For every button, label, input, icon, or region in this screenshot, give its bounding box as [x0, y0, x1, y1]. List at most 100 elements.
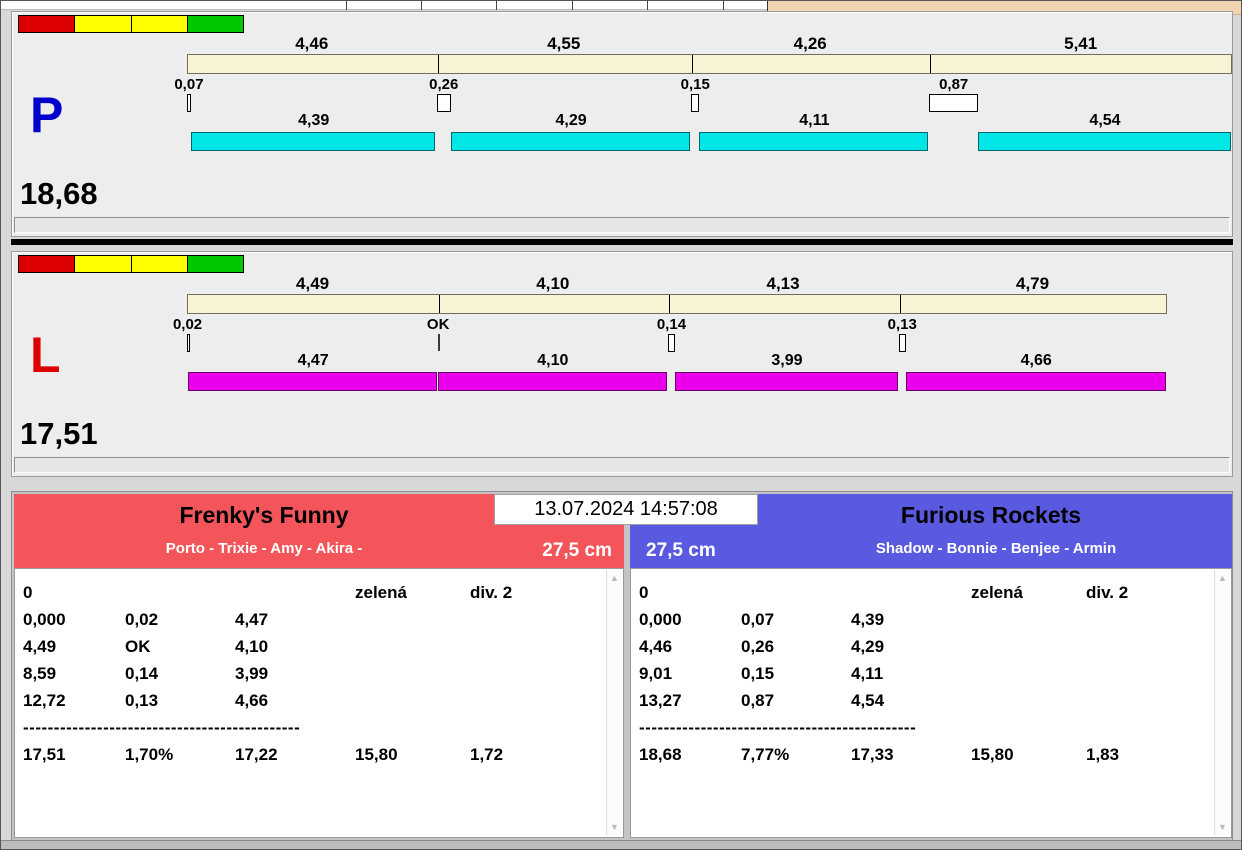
entry-time: 4,46: [295, 34, 329, 53]
change-time: 0,14: [656, 316, 687, 333]
result-cell: 13,27: [639, 691, 682, 710]
entry-time: 4,26: [793, 34, 827, 53]
dog-time-bars: [12, 372, 1232, 392]
change-time: 0,13: [887, 316, 917, 333]
result-cell: 0,07: [741, 610, 775, 629]
result-row: 0,000 0,07 4,39: [639, 606, 1209, 633]
result-row: 12,72 0,13 4,66: [23, 687, 601, 714]
scroll-up-button[interactable]: ▲: [607, 570, 622, 586]
dog-time-bar: [905, 372, 1166, 391]
scrollbar[interactable]: ▲ ▼: [1214, 570, 1230, 835]
separator-line: ----------------------------------------…: [639, 718, 917, 737]
results-section: 13.07.2024 14:57:08 Frenky's Funny Porto…: [11, 491, 1233, 841]
top-strip-tick: [723, 1, 724, 10]
result-cell: [470, 660, 601, 687]
result-cell: 0,000: [639, 610, 682, 629]
change-time-markers: [12, 94, 1232, 113]
scroll-down-button[interactable]: ▼: [607, 819, 622, 835]
dog-time: 4,66: [1020, 352, 1052, 369]
scroll-down-button[interactable]: ▼: [1215, 819, 1230, 835]
result-cell: 0,000: [23, 610, 66, 629]
dog-time: 4,39: [298, 112, 330, 129]
jump-height: 27,5 cm: [542, 540, 612, 561]
change-marker: [187, 334, 190, 352]
change-time: OK: [426, 316, 450, 333]
result-cell: [1086, 687, 1209, 714]
dog-time-bar: [675, 372, 898, 391]
lane-total-time: 17,51: [20, 416, 98, 451]
result-cell: 4,54: [851, 691, 885, 710]
dog-time-bar: [190, 132, 436, 151]
top-strip-tick: [572, 1, 573, 10]
result-row: 4,49 OK 4,10: [23, 633, 601, 660]
result-table: 0 zelená div. 2 0,000 0,02 4,47 4,49 OK 4,10 8,59…: [14, 568, 624, 838]
team-members: Porto - Trixie - Amy - Akira -: [165, 540, 363, 557]
result-cell: 12,72: [23, 691, 66, 710]
result-cell: [971, 606, 1086, 633]
dog-time-bar: [699, 132, 929, 151]
dog-time-labels: 4,47 4,10 3,99 4,66: [12, 352, 1232, 370]
change-time: 0,26: [429, 76, 459, 93]
team-panel-right: Furious Rockets Shadow - Bonnie - Benjee…: [630, 494, 1232, 838]
change-marker: [929, 94, 978, 112]
result-cell: [470, 687, 601, 714]
dog-time-labels: 4,39 4,29 4,11 4,54: [12, 112, 1232, 130]
lane-footer-strip: [14, 217, 1230, 233]
scrollbar[interactable]: ▲ ▼: [606, 570, 622, 835]
result-cell: [355, 606, 470, 633]
result-cell: 4,39: [851, 610, 885, 629]
result-cell: 0,87: [741, 691, 775, 710]
change-time-labels: 0,07 0,26 0,15 0,87: [12, 76, 1232, 94]
entry-time: 4,13: [766, 274, 800, 293]
result-cell: 0,26: [741, 637, 775, 656]
change-time: 0,87: [939, 76, 969, 93]
result-cell: 0,15: [741, 664, 775, 683]
result-row: 9,01 0,15 4,11: [639, 660, 1209, 687]
result-cell: 1,70%: [125, 745, 174, 764]
lane-footer-strip: [14, 457, 1230, 473]
entry-time: 5,41: [1064, 34, 1098, 53]
status-light: [18, 255, 76, 273]
result-cell: [741, 579, 851, 606]
segment-divider: [930, 55, 932, 73]
entry-time: 4,55: [547, 34, 581, 53]
start-lights: [18, 255, 244, 273]
change-time: 0,15: [680, 76, 710, 93]
dog-time-bar: [978, 132, 1231, 151]
segment-divider: [437, 55, 439, 73]
result-cell: [470, 606, 601, 633]
result-row: 13,27 0,87 4,54: [639, 687, 1209, 714]
scroll-up-button[interactable]: ▲: [1215, 570, 1230, 586]
dog-time: 3,99: [771, 352, 803, 369]
dog-time: 4,11: [799, 112, 830, 129]
status-light: [186, 15, 244, 33]
result-cell: OK: [125, 637, 151, 656]
entry-time-bar: [187, 54, 1232, 74]
result-cell: [355, 687, 470, 714]
result-row: 8,59 0,14 3,99: [23, 660, 601, 687]
result-cell: 4,11: [851, 664, 884, 683]
result-cell: 4,66: [235, 691, 269, 710]
entry-time-bar: [187, 294, 1167, 314]
result-cell: div. 2: [1086, 583, 1129, 602]
change-marker: [667, 334, 676, 352]
timing-app-window: P 4,46 4,55 4,26 5,41 0,07 0,26 0,15 0,87 4,39…: [0, 0, 1242, 850]
result-cell: 8,59: [23, 664, 57, 683]
team-members: Shadow - Bonnie - Benjee - Armin: [875, 540, 1117, 557]
result-cell: 9,01: [639, 664, 673, 683]
result-cell: [355, 660, 470, 687]
segment-divider: [899, 295, 901, 313]
status-light: [130, 15, 188, 33]
result-cell: 4,49: [23, 637, 57, 656]
top-strip-tick: [421, 1, 422, 10]
result-cell: 0,02: [125, 610, 159, 629]
dog-time: 4,47: [297, 352, 329, 369]
entry-time-labels: 4,49 4,10 4,13 4,79: [12, 274, 1232, 293]
result-cell: [355, 633, 470, 660]
lane-divider: [11, 239, 1233, 245]
change-marker: [691, 94, 700, 112]
run-timestamp: 13.07.2024 14:57:08: [494, 494, 758, 525]
change-time: 0,07: [174, 76, 204, 93]
change-time-markers: [12, 334, 1232, 353]
entry-time: 4,49: [296, 274, 330, 293]
